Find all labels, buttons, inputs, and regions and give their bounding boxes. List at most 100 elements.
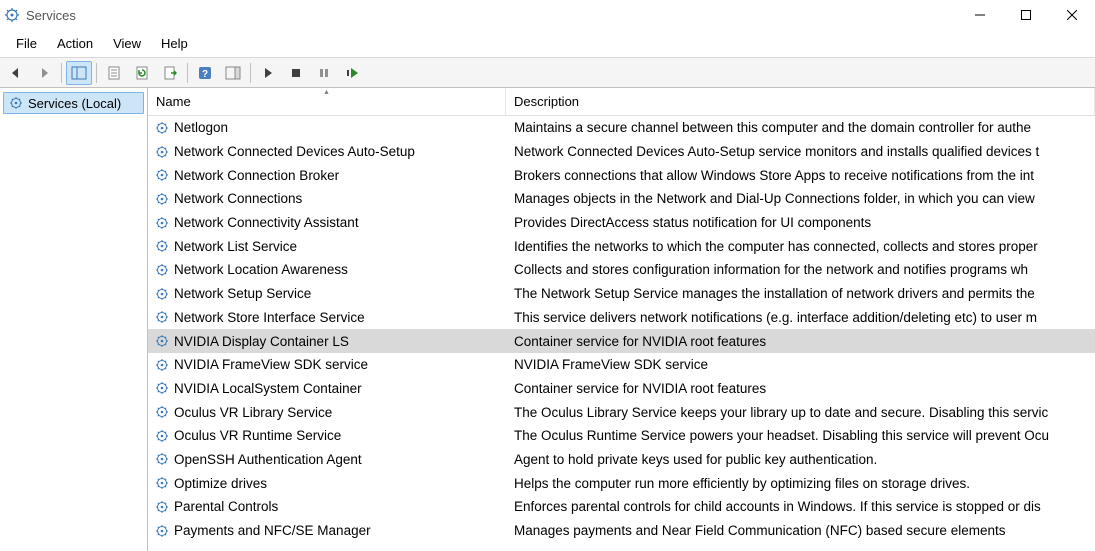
- gear-icon: [154, 380, 170, 396]
- column-header-name[interactable]: ▴ Name: [148, 88, 506, 115]
- service-name: Oculus VR Library Service: [174, 405, 332, 420]
- gear-icon: [154, 309, 170, 325]
- back-button[interactable]: [3, 61, 29, 85]
- service-row[interactable]: Network ConnectionsManages objects in th…: [148, 187, 1095, 211]
- cell-name: OpenSSH Authentication Agent: [148, 451, 506, 467]
- service-row[interactable]: OpenSSH Authentication Agent Agent to hol…: [148, 448, 1095, 472]
- service-row[interactable]: Network Connected Devices Auto-SetupNetw…: [148, 140, 1095, 164]
- action-pane-button[interactable]: [220, 61, 246, 85]
- maximize-button[interactable]: [1003, 0, 1049, 30]
- cell-name: Network Connection Broker: [148, 167, 506, 183]
- service-description: This service delivers network notificati…: [506, 310, 1095, 325]
- show-hide-tree-button[interactable]: [66, 61, 92, 85]
- list-header: ▴ Name Description: [148, 88, 1095, 116]
- service-row[interactable]: NVIDIA Display Container LSContainer ser…: [148, 329, 1095, 353]
- service-row[interactable]: Network Store Interface ServiceThis serv…: [148, 306, 1095, 330]
- service-description: Network Connected Devices Auto-Setup ser…: [506, 144, 1095, 159]
- restart-service-button[interactable]: [339, 61, 365, 85]
- menu-file[interactable]: File: [6, 36, 47, 51]
- list-body[interactable]: NetlogonMaintains a secure channel betwe…: [148, 116, 1095, 551]
- menu-view[interactable]: View: [103, 36, 151, 51]
- service-row[interactable]: Optimize drives Helps the computer run mo…: [148, 471, 1095, 495]
- gear-icon: [154, 238, 170, 254]
- cell-name: Optimize drives: [148, 475, 506, 491]
- help-button[interactable]: ?: [192, 61, 218, 85]
- service-name: NVIDIA Display Container LS: [174, 334, 349, 349]
- service-row[interactable]: Payments and NFC/SE Manager Manages payme…: [148, 519, 1095, 543]
- gear-icon: [154, 428, 170, 444]
- gear-icon: [154, 404, 170, 420]
- service-row[interactable]: Oculus VR Library ServiceThe Oculus Libr…: [148, 400, 1095, 424]
- cell-name: Network Store Interface Service: [148, 309, 506, 325]
- service-name: Netlogon: [174, 120, 228, 135]
- service-name: Network Location Awareness: [174, 262, 348, 277]
- gear-icon: [154, 262, 170, 278]
- service-row[interactable]: NVIDIA FrameView SDK serviceNVIDIA Frame…: [148, 353, 1095, 377]
- service-row[interactable]: Network Connectivity Assistant Provides D…: [148, 211, 1095, 235]
- close-button[interactable]: [1049, 0, 1095, 30]
- tree-item-services-local[interactable]: Services (Local): [3, 92, 144, 114]
- sort-ascending-icon: ▴: [324, 88, 328, 96]
- service-description: Brokers connections that allow Windows S…: [506, 168, 1095, 183]
- gear-icon: [154, 357, 170, 373]
- service-name: Parental Controls: [174, 499, 278, 514]
- separator: [96, 63, 97, 83]
- cell-name: Payments and NFC/SE Manager: [148, 523, 506, 539]
- export-button[interactable]: [157, 61, 183, 85]
- cell-name: Network Location Awareness: [148, 262, 506, 278]
- tree-pane[interactable]: Services (Local): [0, 88, 148, 551]
- service-row[interactable]: NetlogonMaintains a secure channel betwe…: [148, 116, 1095, 140]
- service-row[interactable]: NVIDIA LocalSystem Container Container se…: [148, 377, 1095, 401]
- service-name: Network Connectivity Assistant: [174, 215, 359, 230]
- service-description: The Network Setup Service manages the in…: [506, 286, 1095, 301]
- separator: [61, 63, 62, 83]
- service-description: Container service for NVIDIA root featur…: [506, 381, 1095, 396]
- app-icon: [4, 7, 20, 23]
- refresh-button[interactable]: [129, 61, 155, 85]
- service-row[interactable]: Network List ServiceIdentifies the netwo…: [148, 234, 1095, 258]
- window-title: Services: [26, 8, 76, 23]
- cell-name: Network Connected Devices Auto-Setup: [148, 144, 506, 160]
- column-header-description[interactable]: Description: [506, 88, 1095, 115]
- service-name: OpenSSH Authentication Agent: [174, 452, 362, 467]
- gear-icon: [154, 120, 170, 136]
- cell-name: NVIDIA FrameView SDK service: [148, 357, 506, 373]
- service-row[interactable]: Network Connection BrokerBrokers connect…: [148, 163, 1095, 187]
- svg-text:?: ?: [202, 69, 208, 80]
- service-row[interactable]: Network Location Awareness Collects and s…: [148, 258, 1095, 282]
- service-name: NVIDIA LocalSystem Container: [174, 381, 362, 396]
- service-row[interactable]: Network Setup ServiceThe Network Setup S…: [148, 282, 1095, 306]
- cell-name: Network Connections: [148, 191, 506, 207]
- service-name: Network Connections: [174, 191, 302, 206]
- service-name: Optimize drives: [174, 476, 267, 491]
- stop-service-button[interactable]: [283, 61, 309, 85]
- service-name: Payments and NFC/SE Manager: [174, 523, 371, 538]
- window-controls: [957, 0, 1095, 30]
- service-description: Identifies the networks to which the com…: [506, 239, 1095, 254]
- service-name: NVIDIA FrameView SDK service: [174, 357, 368, 372]
- service-description: Manages payments and Near Field Communic…: [506, 523, 1095, 538]
- service-description: Collects and stores configuration inform…: [506, 262, 1095, 277]
- service-row[interactable]: Oculus VR Runtime ServiceThe Oculus Runt…: [148, 424, 1095, 448]
- forward-button[interactable]: [31, 61, 57, 85]
- titlebar: Services: [0, 0, 1095, 30]
- pause-service-button[interactable]: [311, 61, 337, 85]
- cell-name: Oculus VR Runtime Service: [148, 428, 506, 444]
- service-description: Agent to hold private keys used for publ…: [506, 452, 1095, 467]
- start-service-button[interactable]: [255, 61, 281, 85]
- gear-icon: [154, 333, 170, 349]
- service-description: Provides DirectAccess status notificatio…: [506, 215, 1095, 230]
- menu-action[interactable]: Action: [47, 36, 103, 51]
- service-description: Helps the computer run more efficiently …: [506, 476, 1095, 491]
- properties-button[interactable]: [101, 61, 127, 85]
- gear-icon: [154, 475, 170, 491]
- gear-icon: [154, 286, 170, 302]
- menu-help[interactable]: Help: [151, 36, 198, 51]
- gear-icon: [154, 523, 170, 539]
- cell-name: Parental Controls: [148, 499, 506, 515]
- service-row[interactable]: Parental ControlsEnforces parental contr…: [148, 495, 1095, 519]
- column-name-label: Name: [156, 94, 191, 109]
- column-description-label: Description: [514, 94, 579, 109]
- minimize-button[interactable]: [957, 0, 1003, 30]
- menubar: File Action View Help: [0, 30, 1095, 58]
